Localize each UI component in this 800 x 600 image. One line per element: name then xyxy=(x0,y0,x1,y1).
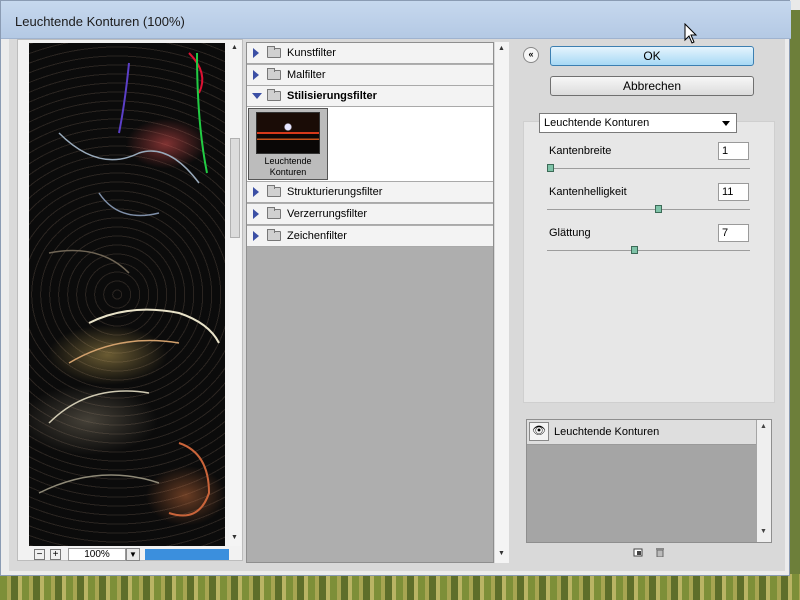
expand-arrow-icon[interactable] xyxy=(253,209,259,219)
param-slider-glaettung[interactable] xyxy=(547,250,750,251)
param-field-glaettung[interactable]: 7 xyxy=(718,224,749,242)
category-label: Kunstfilter xyxy=(287,47,336,59)
filter-thumb-label: Leuchtende Konturen xyxy=(264,156,312,177)
filter-settings-panel xyxy=(523,121,775,403)
param-slider-kantenhelligkeit[interactable] xyxy=(547,209,750,210)
preview-pane: ▲ ▼ − + 100% ▼ xyxy=(17,39,243,561)
new-effect-layer-icon[interactable] xyxy=(633,547,643,557)
scroll-up-icon[interactable]: ▲ xyxy=(231,44,238,51)
preview-glow-edges xyxy=(38,52,220,517)
effect-layers-panel: 👁 Leuchtende Konturen ▲ ▼ xyxy=(526,419,772,543)
param-label-kantenhelligkeit: Kantenhelligkeit xyxy=(549,186,627,198)
folder-open-icon xyxy=(267,89,281,101)
filter-select[interactable]: Leuchtende Konturen xyxy=(539,113,737,133)
zoom-level-field[interactable]: 100% xyxy=(68,548,126,561)
scroll-down-icon[interactable]: ▼ xyxy=(760,528,767,535)
title-bar: Leuchtende Konturen (100%) xyxy=(1,1,791,39)
category-kunstfilter[interactable]: Kunstfilter xyxy=(247,43,493,64)
filter-select-value: Leuchtende Konturen xyxy=(544,117,650,129)
category-label: Malfilter xyxy=(287,69,326,81)
category-label: Strukturierungsfilter xyxy=(287,186,383,198)
param-field-kantenhelligkeit[interactable]: 11 xyxy=(718,183,749,201)
scroll-up-icon[interactable]: ▲ xyxy=(760,423,767,430)
effect-layer-label: Leuchtende Konturen xyxy=(554,426,660,438)
scroll-down-icon[interactable]: ▼ xyxy=(231,534,238,541)
progress-bar xyxy=(145,549,229,560)
category-zeichenfilter[interactable]: Zeichenfilter xyxy=(247,226,493,247)
category-strukturierungsfilter[interactable]: Strukturierungsfilter xyxy=(247,182,493,203)
category-label: Stilisierungsfilter xyxy=(287,90,377,102)
trash-icon[interactable] xyxy=(655,547,665,557)
folder-icon xyxy=(267,185,281,197)
param-field-kantenbreite[interactable]: 1 xyxy=(718,142,749,160)
collapse-gallery-button[interactable]: « xyxy=(523,47,539,63)
param-label-glaettung: Glättung xyxy=(549,227,591,239)
category-filter-thumbnails: Leuchtende Konturen xyxy=(247,107,493,182)
param-slider-kantenbreite[interactable] xyxy=(547,168,750,169)
category-label: Verzerrungsfilter xyxy=(287,208,368,220)
effect-layer-row[interactable]: 👁 Leuchtende Konturen xyxy=(527,420,756,445)
chevron-down-icon[interactable]: ▼ xyxy=(126,548,140,561)
zoom-controls: − + 100% ▼ xyxy=(29,547,229,561)
folder-icon xyxy=(267,229,281,241)
category-label: Zeichenfilter xyxy=(287,230,347,242)
chevron-down-icon[interactable] xyxy=(722,121,730,126)
filter-category-list: Kunstfilter Malfilter Stilisierungsfilte… xyxy=(246,42,494,563)
slider-handle-glaettung[interactable] xyxy=(631,246,639,254)
dialog-title: Leuchtende Konturen (100%) xyxy=(15,14,185,29)
preview-vertical-scrollbar[interactable]: ▲ ▼ xyxy=(229,43,241,546)
category-stilisierungsfilter[interactable]: Stilisierungsfilter xyxy=(247,86,493,107)
layers-scrollbar[interactable]: ▲ ▼ xyxy=(757,420,771,542)
filter-list-scrollbar[interactable]: ▲ ▼ xyxy=(495,42,509,563)
background-image-strip xyxy=(0,574,800,600)
expand-arrow-icon[interactable] xyxy=(253,187,259,197)
mouse-cursor-icon xyxy=(684,23,698,44)
slider-handle-kantenhelligkeit[interactable] xyxy=(654,205,662,213)
scrollbar-thumb[interactable] xyxy=(230,138,240,238)
folder-icon xyxy=(267,207,281,219)
folder-icon xyxy=(267,68,281,80)
category-malfilter[interactable]: Malfilter xyxy=(247,65,493,86)
zoom-in-button[interactable]: + xyxy=(50,549,61,560)
eye-icon[interactable]: 👁 xyxy=(529,422,549,441)
folder-icon xyxy=(267,46,281,58)
expand-arrow-icon[interactable] xyxy=(253,70,259,80)
zoom-out-button[interactable]: − xyxy=(34,549,45,560)
filter-gallery-dialog: Leuchtende Konturen (100%) ▲ ▼ − + 100% … xyxy=(0,0,791,576)
collapse-arrow-icon[interactable] xyxy=(252,93,262,99)
param-label-kantenbreite: Kantenbreite xyxy=(549,145,612,157)
slider-handle-kantenbreite[interactable] xyxy=(547,164,554,172)
filter-thumb-leuchtende-konturen[interactable]: Leuchtende Konturen xyxy=(248,108,328,180)
filter-thumb-image xyxy=(256,112,320,154)
expand-arrow-icon[interactable] xyxy=(253,231,259,241)
scroll-up-icon[interactable]: ▲ xyxy=(498,45,505,52)
scroll-down-icon[interactable]: ▼ xyxy=(498,550,505,557)
cancel-button[interactable]: Abbrechen xyxy=(550,76,754,96)
preview-image[interactable] xyxy=(29,43,225,546)
ok-button[interactable]: OK xyxy=(550,46,754,66)
dialog-client: ▲ ▼ − + 100% ▼ Kunstfilter Malfilter Sti… xyxy=(9,39,785,571)
category-verzerrungsfilter[interactable]: Verzerrungsfilter xyxy=(247,204,493,225)
expand-arrow-icon[interactable] xyxy=(253,48,259,58)
